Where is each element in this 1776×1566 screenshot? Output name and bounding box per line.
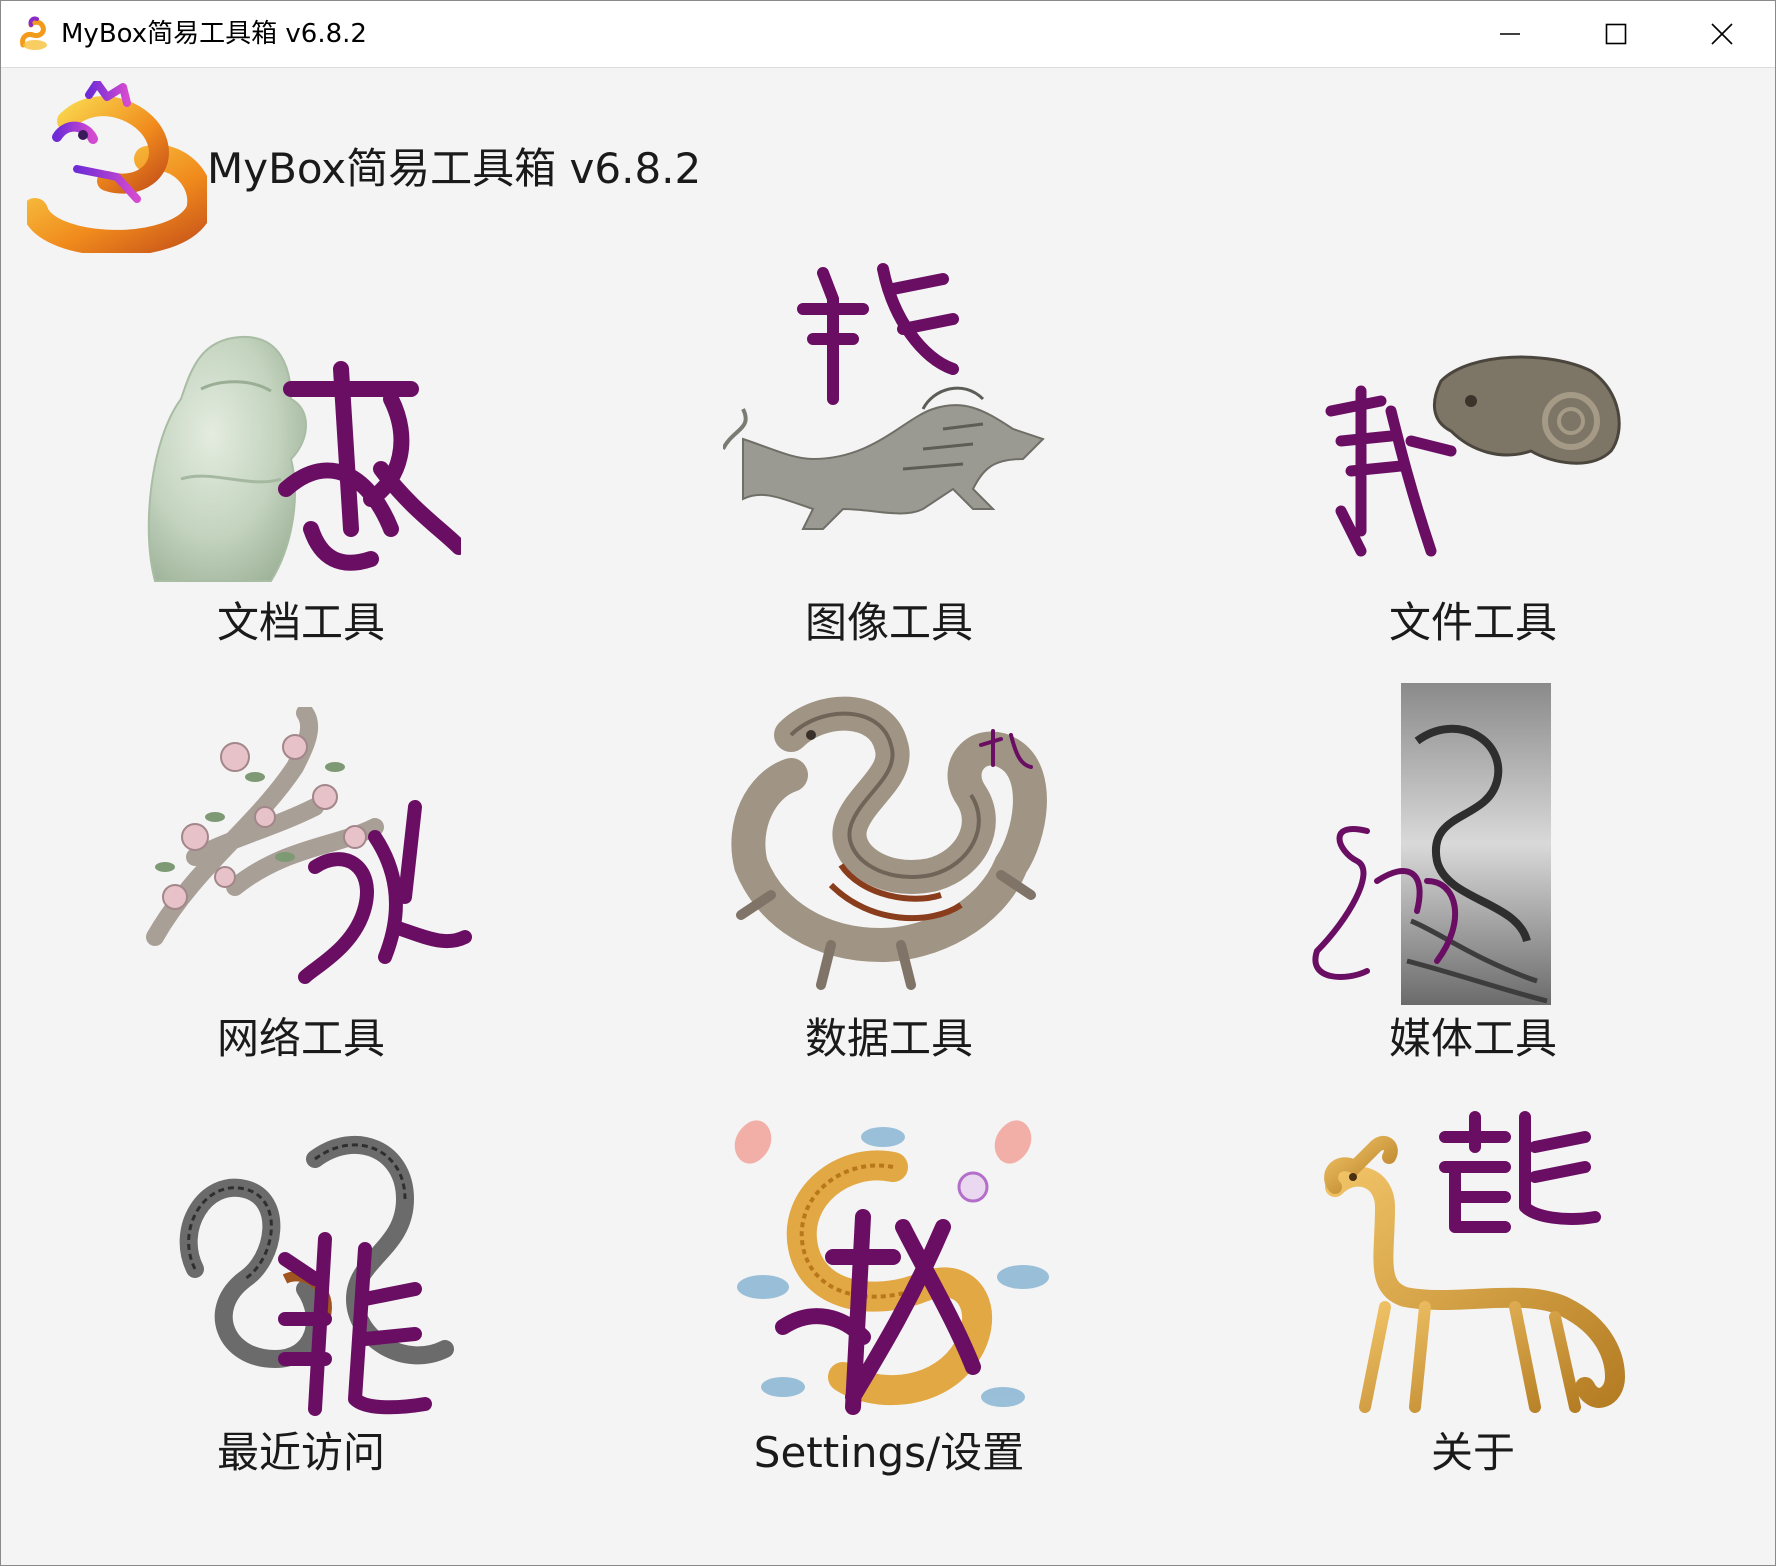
coiled-stone-dragon-icon[interactable] bbox=[731, 695, 1051, 995]
golden-dragon-icon[interactable] bbox=[1315, 1107, 1635, 1417]
stone-dragon-icon[interactable] bbox=[723, 259, 1053, 579]
app-icon bbox=[17, 15, 55, 53]
tool-label-media[interactable]: 媒体工具 bbox=[1273, 1011, 1673, 1067]
engraved-dragons-icon[interactable] bbox=[165, 1119, 465, 1419]
app-window: MyBox简易工具箱 v6.8.2 MyBox简易工具箱 v6.8.2 文档工具… bbox=[0, 0, 1776, 1566]
tool-label-about[interactable]: 关于 bbox=[1273, 1425, 1673, 1481]
jade-dragon-icon[interactable] bbox=[141, 329, 461, 589]
close-button[interactable] bbox=[1669, 1, 1775, 67]
flower-dragon-icon[interactable] bbox=[135, 707, 475, 997]
title-bar[interactable]: MyBox简易工具箱 v6.8.2 bbox=[1, 1, 1775, 68]
minimize-icon bbox=[1500, 33, 1520, 35]
tool-label-document[interactable]: 文档工具 bbox=[101, 595, 501, 651]
page-title: MyBox简易工具箱 v6.8.2 bbox=[207, 144, 702, 193]
ink-painting-dragon-icon[interactable] bbox=[1307, 681, 1557, 1011]
maximize-icon bbox=[1605, 23, 1627, 45]
tool-label-data[interactable]: 数据工具 bbox=[689, 1011, 1089, 1067]
tool-label-recent[interactable]: 最近访问 bbox=[101, 1425, 501, 1481]
tool-label-settings[interactable]: Settings/设置 bbox=[689, 1425, 1089, 1481]
maximize-button[interactable] bbox=[1563, 1, 1669, 67]
embroidered-dragon-icon[interactable] bbox=[723, 1107, 1053, 1421]
minimize-button[interactable] bbox=[1457, 1, 1563, 67]
bronze-dragon-head-icon[interactable] bbox=[1321, 351, 1631, 591]
tool-label-file[interactable]: 文件工具 bbox=[1273, 595, 1673, 651]
tool-label-image[interactable]: 图像工具 bbox=[689, 595, 1089, 651]
tool-label-network[interactable]: 网络工具 bbox=[101, 1011, 501, 1067]
dragon-logo-icon bbox=[22, 79, 214, 256]
close-icon bbox=[1711, 23, 1733, 45]
window-title: MyBox简易工具箱 v6.8.2 bbox=[61, 19, 367, 49]
